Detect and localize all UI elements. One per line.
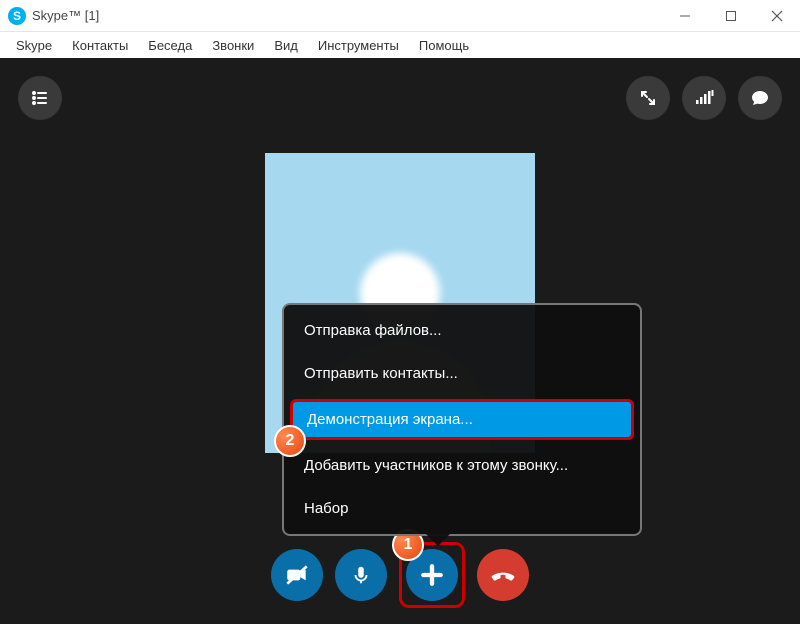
popup-item-send-files[interactable]: Отправка файлов... (284, 309, 640, 352)
popup-item-dialpad[interactable]: Набор (284, 487, 640, 530)
menu-calls[interactable]: Звонки (202, 35, 264, 56)
close-button[interactable] (754, 0, 800, 32)
menu-contacts[interactable]: Контакты (62, 35, 138, 56)
popup-highlight-wrapper: Демонстрация экрана... (284, 395, 640, 444)
skype-logo-icon: S (8, 7, 26, 25)
contacts-list-button[interactable] (18, 76, 62, 120)
call-button-bar: 1 (271, 542, 529, 608)
plus-button-highlight: 1 (399, 542, 465, 608)
menubar: Skype Контакты Беседа Звонки Вид Инструм… (0, 32, 800, 58)
maximize-button[interactable] (708, 0, 754, 32)
menu-skype[interactable]: Skype (6, 35, 62, 56)
popup-item-share-screen[interactable]: Демонстрация экрана... (290, 399, 634, 440)
chat-button[interactable] (738, 76, 782, 120)
menu-conversation[interactable]: Беседа (138, 35, 202, 56)
window-title: Skype™ [1] (32, 8, 99, 23)
window-titlebar: S Skype™ [1] (0, 0, 800, 32)
window-controls (662, 0, 800, 32)
minimize-button[interactable] (662, 0, 708, 32)
popup-item-add-participants[interactable]: Добавить участников к этому звонку... (284, 444, 640, 487)
video-toggle-button[interactable] (271, 549, 323, 601)
menu-help[interactable]: Помощь (409, 35, 479, 56)
call-area: Отправка файлов... Отправить контакты...… (0, 58, 800, 624)
popup-item-send-contacts[interactable]: Отправить контакты... (284, 352, 640, 395)
annotation-badge-2: 2 (274, 425, 306, 457)
hangup-button[interactable] (477, 549, 529, 601)
mic-toggle-button[interactable] (335, 549, 387, 601)
menu-tools[interactable]: Инструменты (308, 35, 409, 56)
plus-popup-menu: Отправка файлов... Отправить контакты...… (282, 303, 642, 536)
menu-view[interactable]: Вид (264, 35, 308, 56)
fullscreen-button[interactable] (626, 76, 670, 120)
call-quality-button[interactable] (682, 76, 726, 120)
